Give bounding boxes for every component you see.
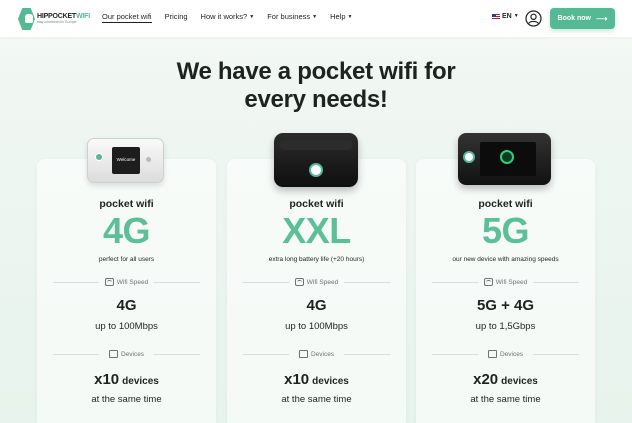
plan-column-xxl: pocket wifi XXL extra long battery life …	[227, 0, 406, 423]
main-nav: Our pocket wifi Pricing How it works? ▼ F…	[102, 12, 365, 23]
plan-name: pocket wifi	[289, 198, 344, 210]
devices-count-line: x10 devices	[94, 371, 159, 388]
plan-big-label: 4G	[102, 210, 151, 251]
site-header: HIPPOCKETWIFI stay connected in Europe O…	[0, 0, 632, 37]
devices-heading: Devices	[416, 350, 595, 358]
devices-heading: Devices	[37, 350, 216, 358]
caret-down-icon: ▼	[347, 14, 353, 20]
caret-down-icon: ▼	[312, 14, 318, 20]
plan-tagline: extra long battery life (+20 hours)	[268, 256, 365, 263]
devices-sub: at the same time	[470, 394, 541, 405]
language-selector[interactable]: EN ▼	[492, 13, 519, 20]
speed-sub: up to 100Mbps	[285, 321, 348, 332]
logo-name: HIPPOCKETWIFI	[36, 13, 90, 21]
wifi-icon	[483, 278, 493, 286]
speed-main: 4G	[306, 297, 327, 314]
nav-item-our-pocket-wifi[interactable]: Our pocket wifi	[102, 12, 152, 23]
speed-sub: up to 1,5Gbps	[475, 321, 536, 332]
plan-column-5g: pocket wifi 5G our new device with amazi…	[416, 0, 595, 423]
devices-sub: at the same time	[281, 394, 352, 405]
plan-name: pocket wifi	[478, 198, 533, 210]
language-label: EN	[502, 13, 512, 20]
plan-tagline: perfect for all users	[98, 256, 155, 263]
devices-count-line: x20 devices	[473, 371, 538, 388]
plan-tagline: our new device with amazing speeds	[452, 256, 559, 263]
wifi-speed-heading: Wifi Speed	[37, 278, 216, 286]
wifi-icon	[294, 278, 304, 286]
devices-icon	[298, 350, 308, 358]
speed-sub: up to 100Mbps	[95, 321, 158, 332]
devices-heading: Devices	[227, 350, 406, 358]
wifi-icon	[104, 278, 114, 286]
nav-item-for-business[interactable]: For business ▼	[267, 12, 317, 23]
caret-down-icon: ▼	[513, 12, 519, 19]
nav-item-pricing[interactable]: Pricing	[165, 12, 188, 23]
hippo-logo-icon	[18, 8, 35, 30]
devices-icon	[108, 350, 118, 358]
nav-item-how-it-works[interactable]: How it works? ▼	[201, 12, 255, 23]
plan-big-label: XXL	[282, 210, 351, 251]
wifi-speed-heading: Wifi Speed	[416, 278, 595, 286]
user-circle-icon[interactable]	[525, 10, 542, 27]
book-now-button[interactable]: Book now ⟶	[550, 8, 615, 29]
plan-name: pocket wifi	[99, 198, 154, 210]
devices-count-line: x10 devices	[284, 371, 349, 388]
devices-icon	[487, 350, 497, 358]
plan-big-label: 5G	[481, 210, 530, 251]
nav-item-help[interactable]: Help ▼	[330, 12, 352, 23]
plan-column-4g: pocket wifi 4G perfect for all users Wif…	[37, 0, 216, 423]
logo-tagline: stay connected in Europe	[36, 20, 77, 25]
caret-down-icon: ▼	[249, 14, 255, 20]
wifi-speed-heading: Wifi Speed	[227, 278, 406, 286]
speed-main: 5G + 4G	[476, 297, 535, 314]
devices-sub: at the same time	[91, 394, 162, 405]
us-flag-icon	[492, 13, 500, 20]
speed-main: 4G	[116, 297, 137, 314]
logo[interactable]: HIPPOCKETWIFI stay connected in Europe	[18, 8, 90, 30]
arrow-right-icon: ⟶	[595, 14, 608, 23]
